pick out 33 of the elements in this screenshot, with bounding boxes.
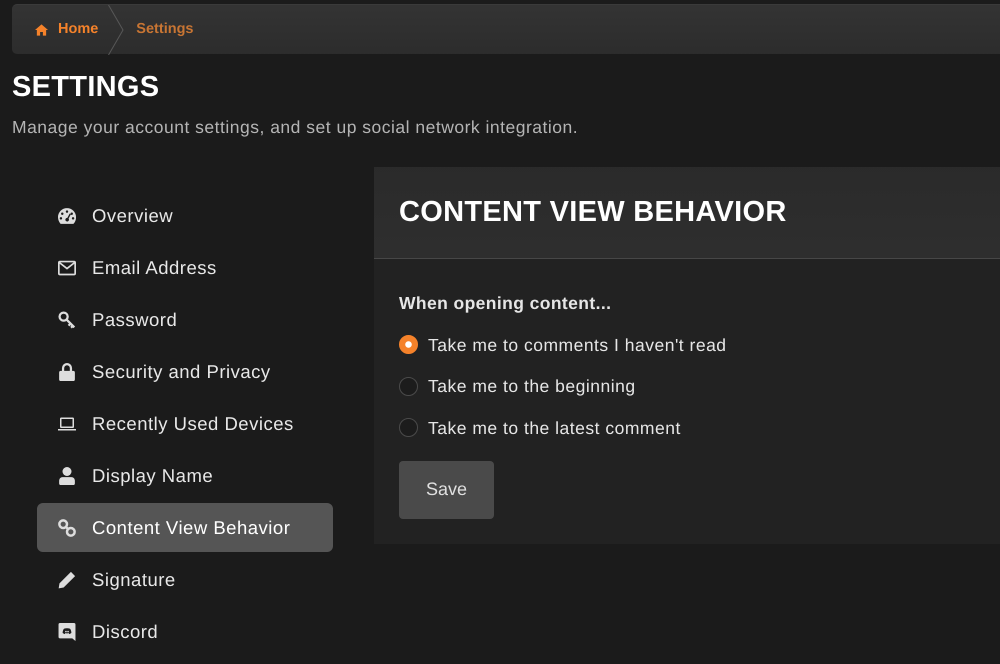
sidebar-item[interactable]: Recently Used Devices — [37, 399, 333, 448]
page-subtitle: Manage your account settings, and set up social network integration. — [12, 116, 580, 139]
sidebar-item[interactable]: Overview — [37, 191, 333, 240]
radio-button[interactable] — [399, 418, 418, 438]
radio-label[interactable]: Take me to the beginning — [428, 373, 636, 400]
gauge-icon — [58, 206, 76, 224]
home-link[interactable]: Home — [12, 18, 98, 40]
home-icon — [35, 24, 48, 36]
save-button[interactable]: Save — [399, 460, 494, 518]
radio-button[interactable] — [399, 376, 418, 396]
radio-label[interactable]: Take me to comments I haven't read — [428, 332, 727, 358]
sidebar-item[interactable]: Content View Behavior — [37, 503, 333, 552]
envelope-icon — [58, 258, 76, 276]
laptop-icon — [58, 414, 76, 432]
sidebar-item[interactable]: Signature — [37, 555, 333, 604]
breadcrumb-link[interactable]: Settings — [136, 18, 194, 40]
radio-button[interactable] — [399, 335, 418, 354]
sidebar-item[interactable]: Email Address — [37, 243, 333, 292]
page-title: SETTINGS — [12, 70, 160, 105]
lock-icon — [58, 362, 76, 380]
sidebar-item[interactable]: Display Name — [37, 451, 333, 500]
user-icon — [58, 466, 76, 484]
radio-label[interactable]: Take me to the latest comment — [428, 414, 681, 441]
chevron-icon — [108, 4, 124, 54]
sidebar-item[interactable]: Password — [37, 295, 333, 344]
chat-bubble-icon — [58, 622, 76, 640]
link-icon — [58, 518, 76, 536]
key-icon — [58, 310, 76, 328]
sidebar-item[interactable]: Security and Privacy — [37, 347, 333, 396]
panel-title: CONTENT VIEW BEHAVIOR — [399, 195, 787, 230]
prompt-text: When opening content... — [399, 292, 612, 315]
pencil-icon — [58, 570, 76, 588]
sidebar-item[interactable]: Discord — [37, 607, 333, 656]
